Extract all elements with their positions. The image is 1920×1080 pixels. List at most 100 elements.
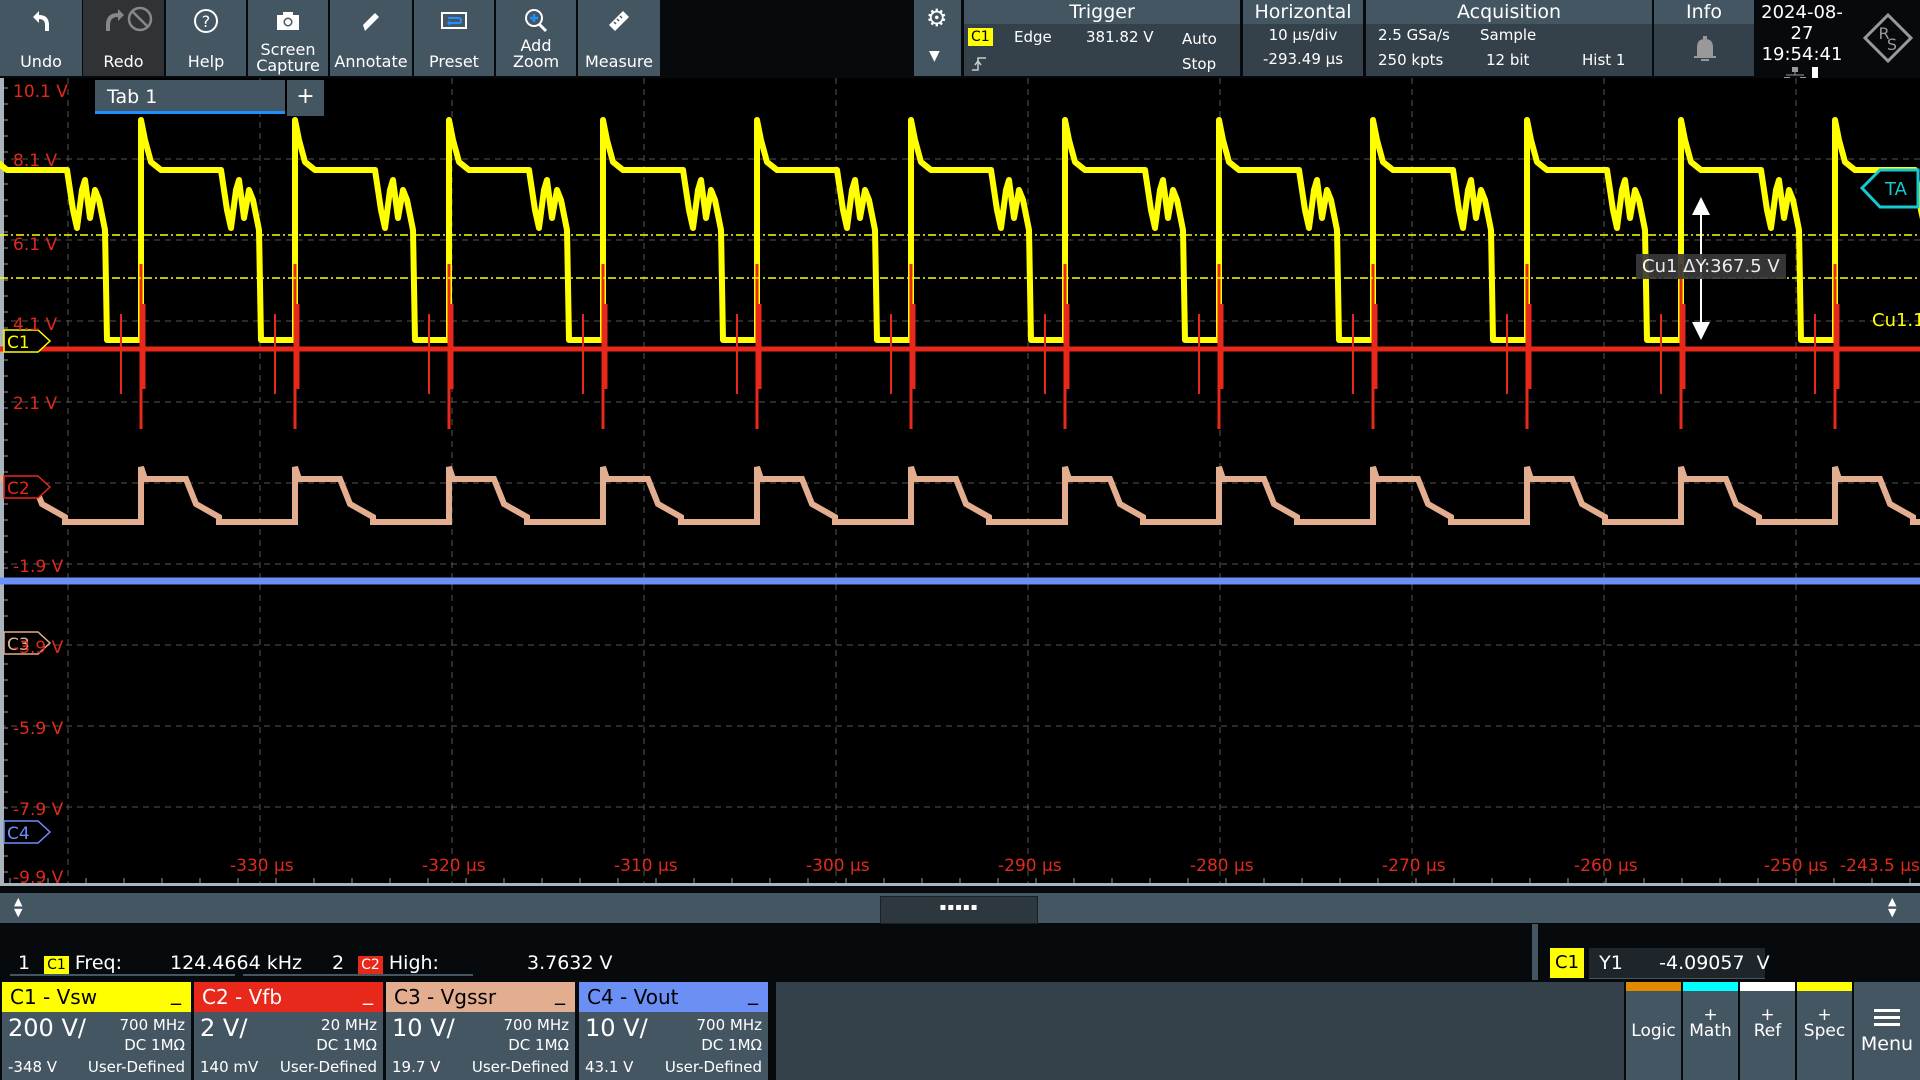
x-tick-label: -310 µs <box>614 856 678 876</box>
measure-button[interactable]: Measure <box>578 0 660 76</box>
x-tick-label: -270 µs <box>1382 856 1446 876</box>
zoom-in-icon <box>525 9 548 33</box>
chevron-down-icon[interactable]: ▼ <box>929 48 940 64</box>
channel-marker-label-c2: C2 <box>7 479 30 499</box>
horizontal-panel[interactable]: Horizontal 10 µs/div -293.49 µs <box>1243 0 1363 76</box>
annotate-label: Annotate <box>334 52 408 71</box>
resize-arrows-right-icon[interactable]: ▲ ▼ <box>1888 896 1896 918</box>
button-label: Logic <box>1631 1021 1676 1041</box>
channel-box-c2[interactable]: C2 - Vfb _ 2 V/ 20 MHz DC 1MΩ 140 mV Use… <box>194 981 383 1080</box>
undo-button[interactable]: Undo <box>0 0 82 76</box>
meas-name: High: <box>388 952 439 974</box>
info-title: Info <box>1654 0 1754 24</box>
redo-label: Redo <box>103 52 144 71</box>
color-strip <box>1797 982 1852 991</box>
add-zoom-button[interactable]: Add Zoom <box>496 0 576 76</box>
plus-icon <box>1626 1005 1681 1021</box>
y-tick-label: -7.9 V <box>13 800 64 820</box>
measure-label: Measure <box>585 52 653 71</box>
status-area: 2024-08-27 19:54:41 <box>1756 0 1848 83</box>
plus-icon: + <box>1760 1005 1775 1025</box>
undo-icon <box>33 11 49 31</box>
channel-settings[interactable]: 10 V/ 700 MHz DC 1MΩ 19.7 V User-Defined <box>386 1012 575 1080</box>
undo-label: Undo <box>20 52 62 71</box>
y-tick-label: 6.1 V <box>13 235 58 255</box>
pencil-icon <box>363 13 379 31</box>
channel-settings[interactable]: 2 V/ 20 MHz DC 1MΩ 140 mV User-Defined <box>194 1012 383 1080</box>
info-button[interactable]: Info <box>1654 0 1754 76</box>
cursor-y1-field: Y1 -4.09057 V <box>1589 948 1770 979</box>
settings-button[interactable]: ⚙ ▼ <box>914 0 961 76</box>
y-tick-label: -9.9 V <box>13 868 64 888</box>
plus-icon: + <box>1817 1005 1832 1025</box>
hamburger-icon <box>1874 1009 1900 1026</box>
meas-index: 2 <box>332 952 345 974</box>
preset-button[interactable]: Preset <box>414 0 494 76</box>
scroll-handle[interactable]: ▪▪▪▪▪ <box>880 896 1038 924</box>
channel-marker-label-c4: C4 <box>7 824 30 844</box>
channel-title: C4 - Vout <box>587 985 679 1009</box>
channel-title-bar[interactable]: C4 - Vout _ <box>579 981 768 1012</box>
y-tick-label: 8.1 V <box>13 151 58 171</box>
channel-box-c1[interactable]: C1 - Vsw _ 200 V/ 700 MHz DC 1MΩ -348 V … <box>2 981 191 1080</box>
redo-button[interactable]: Redo <box>83 0 164 76</box>
screen-capture-button[interactable]: Screen Capture <box>248 0 328 76</box>
waveform-display[interactable]: C1 C2 C3 C4 TA 10.1 V 8.1 V 6.1 V 4.1 V 2.1 V -1.… <box>0 78 1920 888</box>
annotate-button[interactable]: Annotate <box>330 0 412 76</box>
channel-bandwidth: 700 MHz <box>119 1016 186 1034</box>
measurement-1[interactable]: 1 C1 Freq: 124.4664 kHz <box>18 952 302 974</box>
toolbar: Undo Redo ? Help Screen Capture Annotate… <box>0 0 1920 83</box>
channel-title-bar[interactable]: C1 - Vsw _ <box>2 981 191 1012</box>
menu-label: Menu <box>1860 1033 1914 1055</box>
color-strip <box>1740 982 1795 991</box>
add-spec-button[interactable]: + Spec <box>1797 982 1852 1080</box>
channel-title-bar[interactable]: C2 - Vfb _ <box>194 981 383 1012</box>
menu-button[interactable]: Menu <box>1854 982 1920 1080</box>
measurement-2[interactable]: 2 C2 High: 3.7632 V <box>332 952 732 974</box>
divider <box>10 974 235 976</box>
minimize-icon[interactable]: _ <box>171 978 181 1008</box>
color-strip <box>1626 982 1681 991</box>
horizontal-scale: 10 µs/div <box>1268 26 1338 44</box>
x-tick-label: -243.5 µs <box>1840 856 1920 876</box>
cursor-arrow-up-icon <box>1692 197 1710 215</box>
channel-box-c3[interactable]: C3 - Vgssr _ 10 V/ 700 MHz DC 1MΩ 19.7 V… <box>386 981 575 1080</box>
horizontal-position: -293.49 µs <box>1262 50 1344 68</box>
cursor-readout[interactable]: C1 Y1 -4.09057 V <box>1550 948 1770 979</box>
channel-title-bar[interactable]: C3 - Vgssr _ <box>386 981 575 1012</box>
minimize-icon[interactable]: _ <box>555 978 565 1008</box>
date-text: 2024-08-27 <box>1761 2 1843 44</box>
help-icon: ? <box>194 9 218 33</box>
minimize-icon[interactable]: _ <box>363 978 373 1008</box>
add-math-button[interactable]: + Math <box>1683 982 1738 1080</box>
trigger-panel[interactable]: Trigger C1 Edge 381.82 V Auto Stop <box>964 0 1240 76</box>
acquisition-panel[interactable]: Acquisition 2.5 GSa/s Sample 250 kpts 12… <box>1366 0 1652 76</box>
gear-icon: ⚙ <box>926 4 948 32</box>
channel-coupling: DC 1MΩ <box>508 1036 569 1054</box>
add-tab-button[interactable]: + <box>287 80 324 116</box>
channel-offset: -348 V <box>8 1058 58 1076</box>
color-strip <box>1683 982 1738 991</box>
y-tick-label: 4.1 V <box>13 315 58 335</box>
channel-box-c4[interactable]: C4 - Vout _ 10 V/ 700 MHz DC 1MΩ 43.1 V … <box>579 981 768 1080</box>
trigger-type: Edge <box>1014 28 1052 46</box>
trigger-marker-label: TA <box>1884 179 1908 200</box>
channel-title: C1 - Vsw <box>10 985 98 1009</box>
horizontal-title: Horizontal <box>1243 0 1363 24</box>
resize-arrows-icon[interactable]: ▲ ▼ <box>14 896 22 918</box>
x-tick-label: -250 µs <box>1764 856 1828 876</box>
acquisition-mode: Sample <box>1480 26 1537 44</box>
add-logic-button[interactable]: Logic <box>1626 982 1681 1080</box>
tab-1[interactable]: Tab 1 <box>95 80 285 114</box>
trigger-state: Stop <box>1182 55 1217 73</box>
help-button[interactable]: ? Help <box>166 0 246 76</box>
cursor-source-badge: C1 <box>1550 948 1585 978</box>
trigger-mode: Auto <box>1182 30 1217 48</box>
channel-settings[interactable]: 200 V/ 700 MHz DC 1MΩ -348 V User-Define… <box>2 1012 191 1080</box>
minimize-icon[interactable]: _ <box>748 978 758 1008</box>
scroll-bar[interactable]: ▲ ▼ ▪▪▪▪▪ ▲ ▼ <box>0 893 1920 924</box>
waveform-plot[interactable]: C1C2C3C4TA <box>0 78 1920 886</box>
channel-coupling: DC 1MΩ <box>701 1036 762 1054</box>
channel-settings[interactable]: 10 V/ 700 MHz DC 1MΩ 43.1 V User-Defined <box>579 1012 768 1080</box>
add-ref-button[interactable]: + Ref <box>1740 982 1795 1080</box>
